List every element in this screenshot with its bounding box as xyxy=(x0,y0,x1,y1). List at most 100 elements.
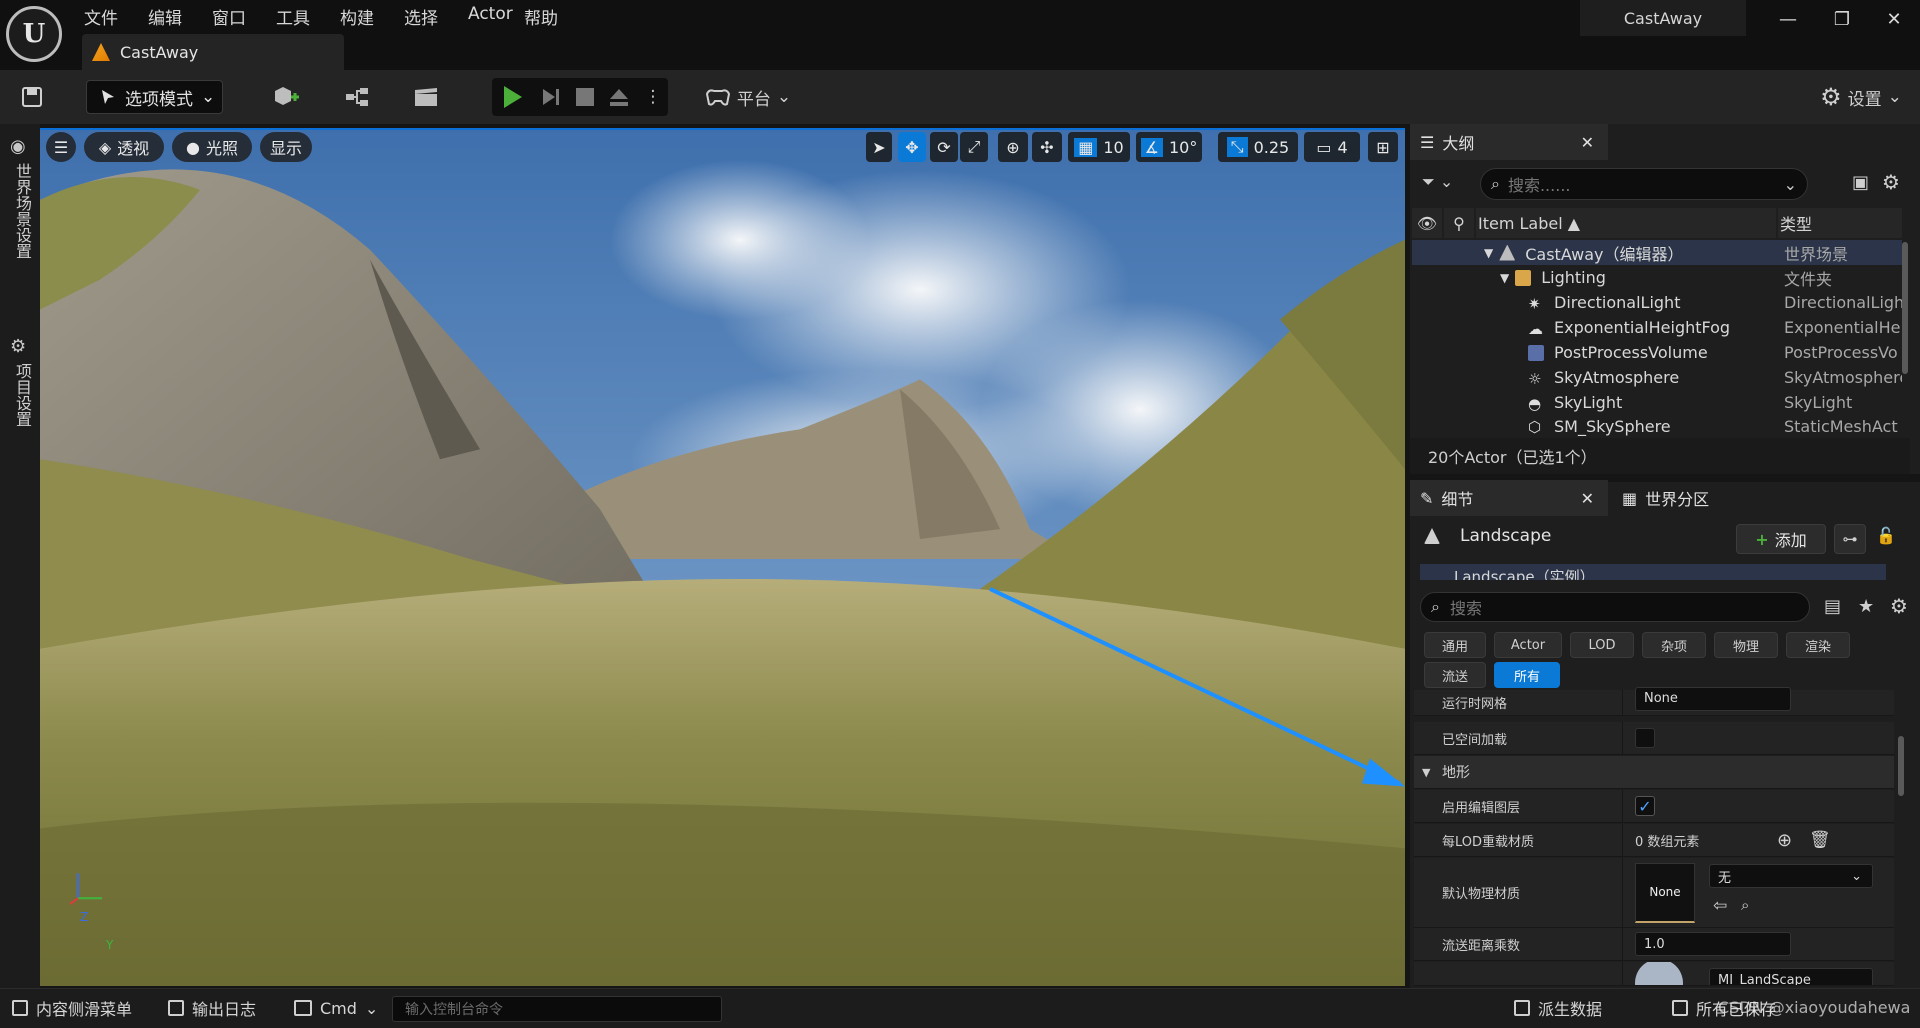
close-icon[interactable]: ✕ xyxy=(1581,133,1594,152)
add-element-icon[interactable]: ⊕ xyxy=(1777,830,1792,851)
menu-build[interactable]: 构建 xyxy=(340,4,374,29)
outliner-search-input[interactable]: ⌕ 搜索...... ⌄ xyxy=(1480,168,1808,200)
menu-help[interactable]: 帮助 xyxy=(524,4,558,29)
filter-general[interactable]: 通用 xyxy=(1424,632,1486,658)
close-icon[interactable]: ✕ xyxy=(1581,489,1594,508)
details-settings-button[interactable]: ⚙ xyxy=(1890,594,1908,618)
lock-button[interactable]: 🔓 xyxy=(1876,526,1896,545)
tree-row-world[interactable]: ▼ CastAway（编辑器） 世界场景 xyxy=(1412,240,1902,265)
blueprint-convert-button[interactable]: ⊶ xyxy=(1834,524,1866,554)
play-options-button[interactable]: ⋮ xyxy=(644,80,662,114)
menu-file[interactable]: 文件 xyxy=(84,4,118,29)
add-component-button[interactable]: + 添加 xyxy=(1736,524,1826,554)
layout-button[interactable]: ⊞ xyxy=(1368,132,1398,162)
cinematics-button[interactable] xyxy=(402,80,454,114)
streaming-distance-field[interactable]: 1.0 xyxy=(1635,932,1791,956)
runtime-grid-field[interactable]: None xyxy=(1635,686,1791,711)
tree-row-height-fog[interactable]: ☁ ExponentialHeightFog ExponentialHe xyxy=(1412,315,1902,340)
settings-button[interactable]: ⚙ 设置 ⌄ xyxy=(1812,80,1910,114)
material-thumbnail[interactable]: None xyxy=(1635,862,1695,923)
add-actor-button[interactable] xyxy=(262,80,312,114)
project-settings-tab[interactable]: ⚙ 项目设置 xyxy=(10,336,34,431)
tree-row-sky-atmosphere[interactable]: ☼ SkyAtmosphere SkyAtmosphere xyxy=(1412,365,1902,390)
spatially-loaded-checkbox[interactable] xyxy=(1635,728,1655,748)
filter-rendering[interactable]: 渲染 xyxy=(1786,632,1850,658)
lighting-button[interactable]: ● 光照 xyxy=(172,132,252,162)
outliner-scrollbar[interactable] xyxy=(1902,242,1908,374)
world-local-button[interactable]: ⊕ xyxy=(998,132,1028,162)
cmd-dropdown[interactable]: Cmd ⌄ xyxy=(294,994,378,1022)
world-partition-tab[interactable]: ▦ 世界分区 xyxy=(1612,480,1752,516)
scale-snap-button[interactable]: ⤡ 0.25 xyxy=(1218,132,1298,162)
visibility-column[interactable]: 👁 xyxy=(1412,208,1442,238)
show-button[interactable]: 显示 xyxy=(260,132,312,162)
menu-tools[interactable]: 工具 xyxy=(276,4,310,29)
blueprint-button[interactable] xyxy=(334,80,384,114)
restore-button[interactable]: ❐ xyxy=(1822,6,1862,34)
landscape-material-dropdown[interactable]: MI_LandScape xyxy=(1709,968,1873,985)
details-tab[interactable]: ✎ 细节 ✕ xyxy=(1410,480,1608,516)
add-folder-button[interactable]: ▣ xyxy=(1852,172,1869,193)
tree-row-sky-sphere[interactable]: ⬡ SM_SkySphere StaticMeshAct xyxy=(1412,415,1902,437)
mode-dropdown[interactable]: 选项模式 ⌄ xyxy=(86,80,223,114)
content-drawer-button[interactable]: 内容侧滑菜单 xyxy=(12,994,132,1022)
property-matrix-button[interactable]: ▤ xyxy=(1824,596,1841,617)
console-input[interactable]: 输入控制台命令 xyxy=(392,996,722,1022)
component-tree-instance[interactable]: Landscape（实例） xyxy=(1420,564,1886,580)
menu-edit[interactable]: 编辑 xyxy=(148,4,182,29)
tree-row-post-process[interactable]: PostProcessVolume PostProcessVo xyxy=(1412,340,1902,365)
filter-physics[interactable]: 物理 xyxy=(1714,632,1778,658)
translate-tool-button[interactable]: ✥ xyxy=(898,132,926,162)
world-settings-tab[interactable]: ◉ 世界场景设置 xyxy=(10,136,34,263)
pin-column[interactable]: ⚲ xyxy=(1444,208,1474,238)
filter-all[interactable]: 所有 xyxy=(1494,662,1560,688)
viewport-menu-button[interactable]: ☰ xyxy=(46,132,76,162)
select-tool-button[interactable]: ➤ xyxy=(866,132,892,162)
material-sphere-thumbnail[interactable] xyxy=(1635,962,1683,985)
scale-tool-button[interactable]: ⤢ xyxy=(960,132,988,162)
edit-layers-checkbox[interactable]: ✓ xyxy=(1635,796,1655,816)
filter-actor[interactable]: Actor xyxy=(1494,632,1562,658)
advance-frame-button[interactable] xyxy=(538,80,564,114)
filter-lod[interactable]: LOD xyxy=(1570,632,1634,658)
label-column-header[interactable]: Item Label ▲ xyxy=(1476,208,1776,238)
play-button[interactable] xyxy=(498,80,528,114)
minimize-button[interactable]: — xyxy=(1768,6,1808,34)
perspective-button[interactable]: ◈ 透视 xyxy=(84,132,164,162)
menu-window[interactable]: 窗口 xyxy=(212,4,246,29)
physical-material-dropdown[interactable]: 无 ⌄ xyxy=(1709,864,1873,888)
tree-row-lighting-folder[interactable]: ▼ Lighting 文件夹 xyxy=(1412,265,1902,290)
filter-misc[interactable]: 杂项 xyxy=(1642,632,1706,658)
outliner-settings-button[interactable]: ⚙ xyxy=(1882,170,1900,194)
unreal-logo-icon[interactable]: U xyxy=(6,6,62,62)
platform-button[interactable]: 平台 ⌄ xyxy=(704,80,792,114)
surface-snap-button[interactable]: ✣ xyxy=(1032,132,1062,162)
stop-button[interactable] xyxy=(572,80,598,114)
trash-icon[interactable]: 🗑 xyxy=(1809,830,1831,850)
close-window-button[interactable]: ✕ xyxy=(1874,6,1914,34)
outliner-tab[interactable]: ☰ 大纲 ✕ xyxy=(1410,124,1608,160)
use-selected-icon[interactable]: ⇦ xyxy=(1713,896,1727,916)
filter-streaming[interactable]: 流送 xyxy=(1424,662,1486,688)
rotate-tool-button[interactable]: ⟳ xyxy=(930,132,958,162)
output-log-button[interactable]: 输出日志 xyxy=(168,994,256,1022)
level-viewport[interactable] xyxy=(40,128,1405,986)
details-scrollbar[interactable] xyxy=(1898,736,1904,796)
eject-button[interactable] xyxy=(606,80,632,114)
type-column-header[interactable]: 类型 xyxy=(1778,208,1902,238)
rotation-snap-button[interactable]: ∡ 10° xyxy=(1136,132,1202,162)
filter-button[interactable]: ⏷ ⌄ xyxy=(1422,172,1453,192)
menu-actor[interactable]: Actor xyxy=(468,4,513,28)
tree-row-sky-light[interactable]: ◓ SkyLight SkyLight xyxy=(1412,390,1902,415)
save-button[interactable] xyxy=(14,80,50,114)
favorites-button[interactable]: ★ xyxy=(1858,596,1874,617)
menu-select[interactable]: 选择 xyxy=(404,4,438,29)
tree-row-directional-light[interactable]: ✷ DirectionalLight DirectionalLight xyxy=(1412,290,1902,315)
camera-speed-button[interactable]: ▭ 4 xyxy=(1304,132,1360,162)
section-terrain[interactable]: ▼ 地形 xyxy=(1414,756,1894,789)
details-search-input[interactable]: ⌕ 搜索 xyxy=(1420,592,1810,622)
derived-data-button[interactable]: 派生数据 xyxy=(1514,994,1602,1022)
browse-icon[interactable]: ⌕ xyxy=(1741,896,1749,914)
grid-snap-button[interactable]: ▦ 10 xyxy=(1068,132,1130,162)
document-tab[interactable]: CastAway xyxy=(82,34,344,70)
